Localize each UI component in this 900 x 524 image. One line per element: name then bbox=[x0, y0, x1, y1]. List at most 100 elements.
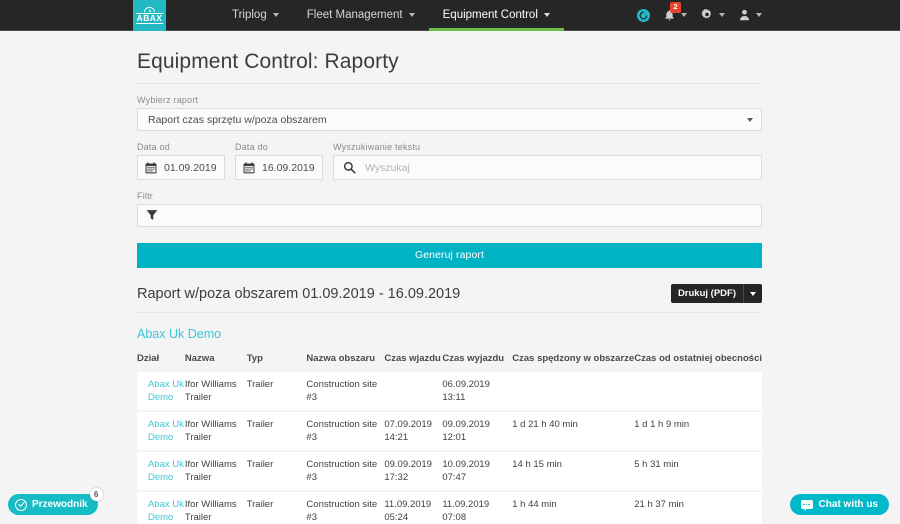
report-select-group: Wybierz raport Raport czas sprzętu w/poz… bbox=[137, 95, 762, 131]
column-header-typ[interactable]: Typ bbox=[247, 353, 307, 372]
nav-item-triplog[interactable]: Triplog bbox=[218, 0, 293, 30]
print-dropdown-toggle[interactable] bbox=[744, 291, 762, 296]
nav-item-fleet-management-label: Fleet Management bbox=[306, 9, 403, 21]
company-name[interactable]: Abax Uk Demo bbox=[137, 327, 762, 341]
date-to-input[interactable]: 16.09.2019 bbox=[235, 155, 323, 180]
page-content: Equipment Control: Raporty Wybierz rapor… bbox=[0, 50, 900, 524]
nav-item-fleet-management[interactable]: Fleet Management bbox=[293, 0, 429, 30]
user-icon[interactable] bbox=[739, 9, 762, 21]
column-header-dzial[interactable]: Dział bbox=[137, 353, 185, 372]
table-row[interactable]: Abax Uk Demo Ifor Williams Trailer Trailer… bbox=[137, 492, 762, 524]
guide-widget-button[interactable]: Przewodnik 6 bbox=[8, 488, 103, 515]
gear-icon[interactable] bbox=[701, 9, 725, 21]
cell-area: Construction site #3 bbox=[306, 412, 385, 450]
cell-time-out: 09.09.2019 12:01 bbox=[442, 412, 513, 450]
cell-time-since bbox=[634, 372, 762, 410]
report-title: Raport w/poza obszarem 01.09.2019 - 16.0… bbox=[137, 285, 461, 302]
cell-time-in: 11.09.2019 05:24 bbox=[384, 492, 443, 524]
cell-area: Construction site #3 bbox=[306, 372, 385, 410]
department-link[interactable]: Abax Uk Demo bbox=[148, 459, 184, 483]
date-from-input[interactable]: 01.09.2019 bbox=[137, 155, 225, 180]
cell-time-spent: 1 h 44 min bbox=[512, 492, 635, 524]
column-header-czas-wyjazdu[interactable]: Czas wyjazdu bbox=[442, 353, 512, 372]
chevron-down-icon bbox=[719, 13, 725, 17]
sync-history-icon[interactable] bbox=[637, 8, 650, 22]
column-header-czas-od-ostatniej[interactable]: Czas od ostatniej obecności bbox=[634, 353, 762, 372]
cell-name: Ifor Williams Trailer bbox=[184, 452, 247, 490]
main-menu: Triplog Fleet Management Equipment Contr… bbox=[218, 0, 565, 31]
column-header-czas-spedzony[interactable]: Czas spędzony w obszarze bbox=[512, 353, 634, 372]
cell-time-in: 09.09.2019 17:32 bbox=[384, 452, 443, 490]
search-icon bbox=[343, 161, 356, 174]
print-pdf-button[interactable]: Drukuj (PDF) bbox=[670, 284, 762, 303]
generate-report-button[interactable]: Generuj raport bbox=[137, 243, 762, 268]
nav-item-equipment-control[interactable]: Equipment Control bbox=[428, 0, 565, 31]
date-search-row: Data od 01.09.2019 Data do 16.09.2019 Wy… bbox=[137, 142, 762, 180]
report-table: Dział Nazwa Typ Nazwa obszaru Czas wjazd… bbox=[137, 353, 762, 524]
cell-time-in: 07.09.2019 14:21 bbox=[384, 412, 443, 450]
table-row[interactable]: Abax Uk Demo Ifor Williams Trailer Trailer… bbox=[137, 412, 762, 450]
filter-input[interactable] bbox=[137, 204, 762, 227]
nav-item-equipment-control-label: Equipment Control bbox=[442, 9, 538, 21]
search-input-wrapper[interactable]: Wyszukaj bbox=[333, 155, 762, 180]
filter-label: Filtr bbox=[137, 191, 153, 201]
chevron-down-icon bbox=[543, 13, 550, 17]
table-row[interactable]: Abax Uk Demo Ifor Williams Trailer Trailer… bbox=[137, 452, 762, 490]
chat-widget-label: Chat with us bbox=[818, 499, 878, 510]
cell-name: Ifor Williams Trailer bbox=[184, 372, 247, 410]
chevron-down-icon bbox=[272, 13, 279, 17]
calendar-icon bbox=[145, 161, 157, 173]
user-glyph bbox=[740, 9, 749, 21]
cell-dzial: Abax Uk Demo bbox=[137, 452, 185, 490]
gear-glyph bbox=[701, 9, 712, 19]
table-header-row: Dział Nazwa Typ Nazwa obszaru Czas wjazd… bbox=[137, 353, 762, 372]
cell-dzial: Abax Uk Demo bbox=[137, 372, 185, 410]
cell-type: Trailer bbox=[246, 492, 307, 524]
department-link[interactable]: Abax Uk Demo bbox=[148, 499, 184, 523]
chevron-down-icon bbox=[756, 13, 762, 17]
cell-time-since: 5 h 31 min bbox=[634, 452, 762, 490]
cell-name: Ifor Williams Trailer bbox=[184, 492, 247, 524]
date-to-label: Data do bbox=[235, 142, 268, 152]
abax-logo[interactable]: ABAX bbox=[133, 0, 166, 31]
cell-name: Ifor Williams Trailer bbox=[184, 412, 247, 450]
cell-time-since: 21 h 37 min bbox=[634, 492, 762, 524]
chevron-down-icon bbox=[408, 13, 415, 17]
cell-dzial: Abax Uk Demo bbox=[137, 492, 185, 524]
print-pdf-label: Drukuj (PDF) bbox=[677, 288, 736, 299]
column-header-nazwa[interactable]: Nazwa bbox=[185, 353, 247, 372]
cell-time-in bbox=[384, 372, 443, 410]
cell-type: Trailer bbox=[246, 452, 307, 490]
abax-logo-arc-icon bbox=[144, 7, 155, 12]
cell-time-out: 11.09.2019 07:08 bbox=[442, 492, 513, 524]
date-to-value: 16.09.2019 bbox=[262, 161, 315, 174]
chat-widget-button[interactable]: Chat with us bbox=[789, 494, 889, 515]
cell-time-spent bbox=[512, 372, 635, 410]
search-label: Wyszukiwanie tekstu bbox=[333, 142, 421, 152]
filter-icon bbox=[146, 210, 158, 220]
nav-item-triplog-label: Triplog bbox=[232, 9, 267, 21]
abax-logo-text: ABAX bbox=[135, 13, 164, 24]
column-header-czas-wjazdu[interactable]: Czas wjazdu bbox=[384, 353, 442, 372]
calendar-icon bbox=[243, 161, 255, 173]
department-link[interactable]: Abax Uk Demo bbox=[148, 379, 184, 403]
report-select-label: Wybierz raport bbox=[137, 95, 199, 105]
chevron-down-icon bbox=[681, 13, 687, 17]
department-link[interactable]: Abax Uk Demo bbox=[148, 419, 184, 443]
cell-type: Trailer bbox=[246, 412, 307, 450]
guide-widget-badge: 6 bbox=[89, 488, 103, 501]
column-header-nazwa-obszaru[interactable]: Nazwa obszaru bbox=[306, 353, 384, 372]
search-group: Wyszukiwanie tekstu Wyszukaj bbox=[333, 142, 762, 180]
date-to-group: Data do 16.09.2019 bbox=[235, 142, 323, 180]
notification-badge: 2 bbox=[670, 1, 681, 13]
cell-time-spent: 1 d 21 h 40 min bbox=[512, 412, 635, 450]
cell-area: Construction site #3 bbox=[306, 492, 385, 524]
search-input[interactable]: Wyszukaj bbox=[365, 162, 410, 174]
report-select[interactable]: Raport czas sprzętu w/poza obszarem bbox=[137, 108, 762, 131]
cell-dzial: Abax Uk Demo bbox=[137, 412, 185, 450]
report-table-head: Dział Nazwa Typ Nazwa obszaru Czas wjazd… bbox=[137, 353, 762, 372]
cell-time-out: 06.09.2019 13:11 bbox=[442, 372, 513, 410]
bell-icon[interactable]: 2 bbox=[664, 1, 687, 22]
report-header: Raport w/poza obszarem 01.09.2019 - 16.0… bbox=[137, 284, 762, 313]
table-row[interactable]: Abax Uk Demo Ifor Williams Trailer Trailer… bbox=[137, 372, 762, 410]
